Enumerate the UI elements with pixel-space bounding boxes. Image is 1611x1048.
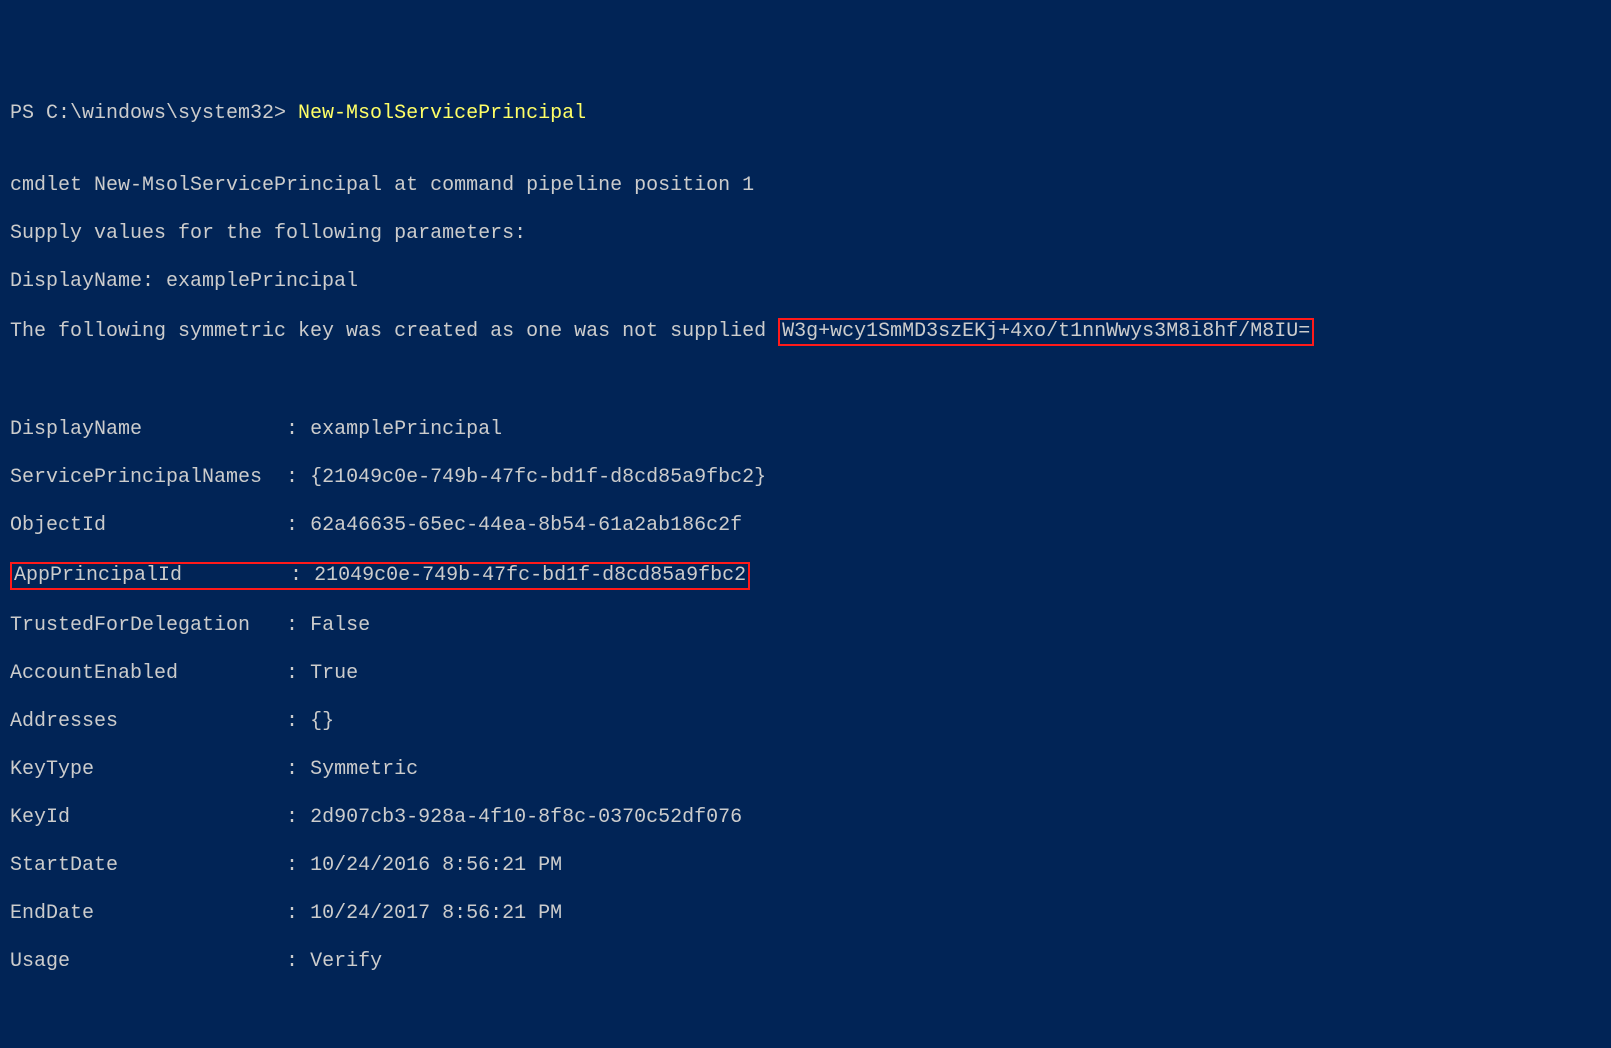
symmetric-key-highlight: W3g+wcy1SmMD3szEKj+4xo/t1nnWwys3M8i8hf/M… [778, 318, 1314, 346]
value: False [310, 614, 370, 637]
label: AppPrincipalId [14, 564, 278, 587]
label: KeyId [10, 806, 274, 829]
row-trustedfordelegation: TrustedForDelegation : False [10, 614, 1601, 638]
value: True [310, 662, 358, 685]
row-accountenabled: AccountEnabled : True [10, 662, 1601, 686]
sep: : [274, 806, 310, 829]
sep: : [278, 564, 314, 587]
value: {} [310, 710, 334, 733]
value: 10/24/2016 8:56:21 PM [310, 854, 562, 877]
output-line-2: Supply values for the following paramete… [10, 222, 1601, 246]
row-displayname: DisplayName : examplePrincipal [10, 418, 1601, 442]
blank-line [10, 394, 22, 417]
row-keytype: KeyType : Symmetric [10, 758, 1601, 782]
displayname-prompt-value: examplePrincipal [166, 270, 358, 293]
sep: : [274, 614, 310, 637]
displayname-prompt-label: DisplayName: [10, 270, 166, 293]
label: StartDate [10, 854, 274, 877]
blank-line [10, 370, 22, 393]
row-appprincipalid: AppPrincipalId : 21049c0e-749b-47fc-bd1f… [10, 562, 1601, 590]
row-addresses: Addresses : {} [10, 710, 1601, 734]
value: 10/24/2017 8:56:21 PM [310, 902, 562, 925]
output-line-3: DisplayName: examplePrincipal [10, 270, 1601, 294]
value: Symmetric [310, 758, 418, 781]
sep: : [274, 902, 310, 925]
blank-line [10, 150, 22, 173]
row-serviceprincipalnames: ServicePrincipalNames : {21049c0e-749b-4… [10, 466, 1601, 490]
label: DisplayName [10, 418, 274, 441]
sep: : [274, 710, 310, 733]
row-enddate: EndDate : 10/24/2017 8:56:21 PM [10, 902, 1601, 926]
command-text: New-MsolServicePrincipal [298, 102, 586, 125]
value: Verify [310, 950, 382, 973]
label: TrustedForDelegation [10, 614, 274, 637]
label: ServicePrincipalNames [10, 466, 274, 489]
row-objectid: ObjectId : 62a46635-65ec-44ea-8b54-61a2a… [10, 514, 1601, 538]
label: Usage [10, 950, 274, 973]
label: ObjectId [10, 514, 274, 537]
value: examplePrincipal [310, 418, 502, 441]
row-startdate: StartDate : 10/24/2016 8:56:21 PM [10, 854, 1601, 878]
row-usage: Usage : Verify [10, 950, 1601, 974]
output-line-4: The following symmetric key was created … [10, 318, 1601, 346]
sep: : [274, 466, 310, 489]
sep: : [274, 854, 310, 877]
sep: : [274, 662, 310, 685]
sep: : [274, 758, 310, 781]
sep: : [274, 514, 310, 537]
ps-prompt: PS C:\windows\system32> [10, 102, 298, 125]
value: 21049c0e-749b-47fc-bd1f-d8cd85a9fbc2 [314, 564, 746, 587]
label: EndDate [10, 902, 274, 925]
value: {21049c0e-749b-47fc-bd1f-d8cd85a9fbc2} [310, 466, 766, 489]
label: KeyType [10, 758, 274, 781]
sep: : [274, 418, 310, 441]
label: Addresses [10, 710, 274, 733]
row-keyid: KeyId : 2d907cb3-928a-4f10-8f8c-0370c52d… [10, 806, 1601, 830]
prompt-line: PS C:\windows\system32> New-MsolServiceP… [10, 102, 1601, 126]
label: AccountEnabled [10, 662, 274, 685]
sep: : [274, 950, 310, 973]
appprincipalid-highlight: AppPrincipalId : 21049c0e-749b-47fc-bd1f… [10, 562, 750, 590]
symmetric-key-prefix: The following symmetric key was created … [10, 320, 778, 343]
value: 2d907cb3-928a-4f10-8f8c-0370c52df076 [310, 806, 742, 829]
output-line-1: cmdlet New-MsolServicePrincipal at comma… [10, 174, 1601, 198]
value: 62a46635-65ec-44ea-8b54-61a2ab186c2f [310, 514, 742, 537]
